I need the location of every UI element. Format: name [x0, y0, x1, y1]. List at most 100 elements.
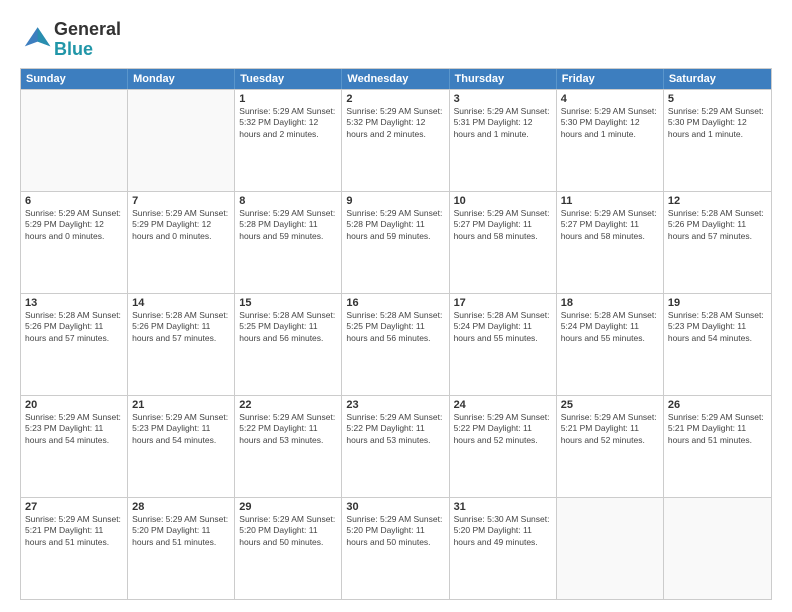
header-day-thursday: Thursday	[450, 69, 557, 89]
day-info: Sunrise: 5:28 AM Sunset: 5:24 PM Dayligh…	[561, 310, 659, 344]
day-number: 7	[132, 195, 230, 207]
calendar: SundayMondayTuesdayWednesdayThursdayFrid…	[20, 68, 772, 600]
day-number: 5	[668, 93, 767, 105]
day-number: 13	[25, 297, 123, 309]
day-info: Sunrise: 5:28 AM Sunset: 5:23 PM Dayligh…	[668, 310, 767, 344]
day-number: 4	[561, 93, 659, 105]
day-info: Sunrise: 5:29 AM Sunset: 5:22 PM Dayligh…	[454, 412, 552, 446]
day-info: Sunrise: 5:29 AM Sunset: 5:32 PM Dayligh…	[239, 106, 337, 140]
day-number: 1	[239, 93, 337, 105]
cal-cell-w1-d6: 4Sunrise: 5:29 AM Sunset: 5:30 PM Daylig…	[557, 90, 664, 191]
cal-cell-w5-d3: 29Sunrise: 5:29 AM Sunset: 5:20 PM Dayli…	[235, 498, 342, 599]
day-number: 26	[668, 399, 767, 411]
cal-cell-w1-d2	[128, 90, 235, 191]
day-info: Sunrise: 5:29 AM Sunset: 5:21 PM Dayligh…	[25, 514, 123, 548]
day-info: Sunrise: 5:28 AM Sunset: 5:26 PM Dayligh…	[668, 208, 767, 242]
cal-cell-w4-d4: 23Sunrise: 5:29 AM Sunset: 5:22 PM Dayli…	[342, 396, 449, 497]
day-number: 25	[561, 399, 659, 411]
logo: General Blue	[20, 20, 121, 60]
day-number: 20	[25, 399, 123, 411]
day-number: 22	[239, 399, 337, 411]
day-number: 30	[346, 501, 444, 513]
cal-cell-w1-d7: 5Sunrise: 5:29 AM Sunset: 5:30 PM Daylig…	[664, 90, 771, 191]
day-number: 2	[346, 93, 444, 105]
week-row-5: 27Sunrise: 5:29 AM Sunset: 5:21 PM Dayli…	[21, 497, 771, 599]
day-info: Sunrise: 5:29 AM Sunset: 5:27 PM Dayligh…	[454, 208, 552, 242]
cal-cell-w5-d7	[664, 498, 771, 599]
day-info: Sunrise: 5:29 AM Sunset: 5:29 PM Dayligh…	[25, 208, 123, 242]
cal-cell-w5-d5: 31Sunrise: 5:30 AM Sunset: 5:20 PM Dayli…	[450, 498, 557, 599]
day-info: Sunrise: 5:29 AM Sunset: 5:28 PM Dayligh…	[239, 208, 337, 242]
day-number: 28	[132, 501, 230, 513]
day-number: 3	[454, 93, 552, 105]
day-info: Sunrise: 5:29 AM Sunset: 5:22 PM Dayligh…	[239, 412, 337, 446]
day-info: Sunrise: 5:29 AM Sunset: 5:30 PM Dayligh…	[668, 106, 767, 140]
cal-cell-w3-d4: 16Sunrise: 5:28 AM Sunset: 5:25 PM Dayli…	[342, 294, 449, 395]
day-info: Sunrise: 5:29 AM Sunset: 5:32 PM Dayligh…	[346, 106, 444, 140]
header-day-friday: Friday	[557, 69, 664, 89]
day-number: 6	[25, 195, 123, 207]
day-info: Sunrise: 5:28 AM Sunset: 5:25 PM Dayligh…	[346, 310, 444, 344]
cal-cell-w3-d6: 18Sunrise: 5:28 AM Sunset: 5:24 PM Dayli…	[557, 294, 664, 395]
cal-cell-w5-d6	[557, 498, 664, 599]
day-number: 14	[132, 297, 230, 309]
day-number: 27	[25, 501, 123, 513]
cal-cell-w4-d3: 22Sunrise: 5:29 AM Sunset: 5:22 PM Dayli…	[235, 396, 342, 497]
week-row-4: 20Sunrise: 5:29 AM Sunset: 5:23 PM Dayli…	[21, 395, 771, 497]
day-info: Sunrise: 5:29 AM Sunset: 5:31 PM Dayligh…	[454, 106, 552, 140]
day-info: Sunrise: 5:29 AM Sunset: 5:21 PM Dayligh…	[668, 412, 767, 446]
header-day-sunday: Sunday	[21, 69, 128, 89]
calendar-header-row: SundayMondayTuesdayWednesdayThursdayFrid…	[21, 69, 771, 89]
day-info: Sunrise: 5:29 AM Sunset: 5:20 PM Dayligh…	[346, 514, 444, 548]
cal-cell-w4-d5: 24Sunrise: 5:29 AM Sunset: 5:22 PM Dayli…	[450, 396, 557, 497]
page: General Blue SundayMondayTuesdayWednesda…	[0, 0, 792, 612]
day-info: Sunrise: 5:29 AM Sunset: 5:23 PM Dayligh…	[25, 412, 123, 446]
cal-cell-w3-d7: 19Sunrise: 5:28 AM Sunset: 5:23 PM Dayli…	[664, 294, 771, 395]
cal-cell-w2-d1: 6Sunrise: 5:29 AM Sunset: 5:29 PM Daylig…	[21, 192, 128, 293]
cal-cell-w5-d4: 30Sunrise: 5:29 AM Sunset: 5:20 PM Dayli…	[342, 498, 449, 599]
cal-cell-w5-d2: 28Sunrise: 5:29 AM Sunset: 5:20 PM Dayli…	[128, 498, 235, 599]
day-number: 16	[346, 297, 444, 309]
cal-cell-w3-d5: 17Sunrise: 5:28 AM Sunset: 5:24 PM Dayli…	[450, 294, 557, 395]
header: General Blue	[20, 16, 772, 60]
day-info: Sunrise: 5:28 AM Sunset: 5:24 PM Dayligh…	[454, 310, 552, 344]
day-info: Sunrise: 5:29 AM Sunset: 5:29 PM Dayligh…	[132, 208, 230, 242]
cal-cell-w4-d6: 25Sunrise: 5:29 AM Sunset: 5:21 PM Dayli…	[557, 396, 664, 497]
day-number: 29	[239, 501, 337, 513]
day-info: Sunrise: 5:29 AM Sunset: 5:28 PM Dayligh…	[346, 208, 444, 242]
day-number: 18	[561, 297, 659, 309]
day-info: Sunrise: 5:29 AM Sunset: 5:23 PM Dayligh…	[132, 412, 230, 446]
day-number: 12	[668, 195, 767, 207]
day-info: Sunrise: 5:29 AM Sunset: 5:20 PM Dayligh…	[132, 514, 230, 548]
day-number: 11	[561, 195, 659, 207]
day-number: 19	[668, 297, 767, 309]
cal-cell-w2-d6: 11Sunrise: 5:29 AM Sunset: 5:27 PM Dayli…	[557, 192, 664, 293]
cal-cell-w4-d1: 20Sunrise: 5:29 AM Sunset: 5:23 PM Dayli…	[21, 396, 128, 497]
header-day-saturday: Saturday	[664, 69, 771, 89]
calendar-body: 1Sunrise: 5:29 AM Sunset: 5:32 PM Daylig…	[21, 89, 771, 599]
day-info: Sunrise: 5:28 AM Sunset: 5:26 PM Dayligh…	[25, 310, 123, 344]
day-number: 8	[239, 195, 337, 207]
day-number: 9	[346, 195, 444, 207]
day-number: 10	[454, 195, 552, 207]
week-row-1: 1Sunrise: 5:29 AM Sunset: 5:32 PM Daylig…	[21, 89, 771, 191]
week-row-2: 6Sunrise: 5:29 AM Sunset: 5:29 PM Daylig…	[21, 191, 771, 293]
day-number: 17	[454, 297, 552, 309]
cal-cell-w1-d3: 1Sunrise: 5:29 AM Sunset: 5:32 PM Daylig…	[235, 90, 342, 191]
week-row-3: 13Sunrise: 5:28 AM Sunset: 5:26 PM Dayli…	[21, 293, 771, 395]
day-number: 21	[132, 399, 230, 411]
cal-cell-w1-d5: 3Sunrise: 5:29 AM Sunset: 5:31 PM Daylig…	[450, 90, 557, 191]
day-info: Sunrise: 5:29 AM Sunset: 5:22 PM Dayligh…	[346, 412, 444, 446]
day-info: Sunrise: 5:29 AM Sunset: 5:30 PM Dayligh…	[561, 106, 659, 140]
cal-cell-w2-d2: 7Sunrise: 5:29 AM Sunset: 5:29 PM Daylig…	[128, 192, 235, 293]
cal-cell-w2-d4: 9Sunrise: 5:29 AM Sunset: 5:28 PM Daylig…	[342, 192, 449, 293]
cal-cell-w2-d3: 8Sunrise: 5:29 AM Sunset: 5:28 PM Daylig…	[235, 192, 342, 293]
cal-cell-w1-d1	[21, 90, 128, 191]
day-info: Sunrise: 5:29 AM Sunset: 5:27 PM Dayligh…	[561, 208, 659, 242]
day-number: 31	[454, 501, 552, 513]
cal-cell-w3-d3: 15Sunrise: 5:28 AM Sunset: 5:25 PM Dayli…	[235, 294, 342, 395]
day-info: Sunrise: 5:30 AM Sunset: 5:20 PM Dayligh…	[454, 514, 552, 548]
cal-cell-w3-d2: 14Sunrise: 5:28 AM Sunset: 5:26 PM Dayli…	[128, 294, 235, 395]
cal-cell-w1-d4: 2Sunrise: 5:29 AM Sunset: 5:32 PM Daylig…	[342, 90, 449, 191]
cal-cell-w2-d5: 10Sunrise: 5:29 AM Sunset: 5:27 PM Dayli…	[450, 192, 557, 293]
